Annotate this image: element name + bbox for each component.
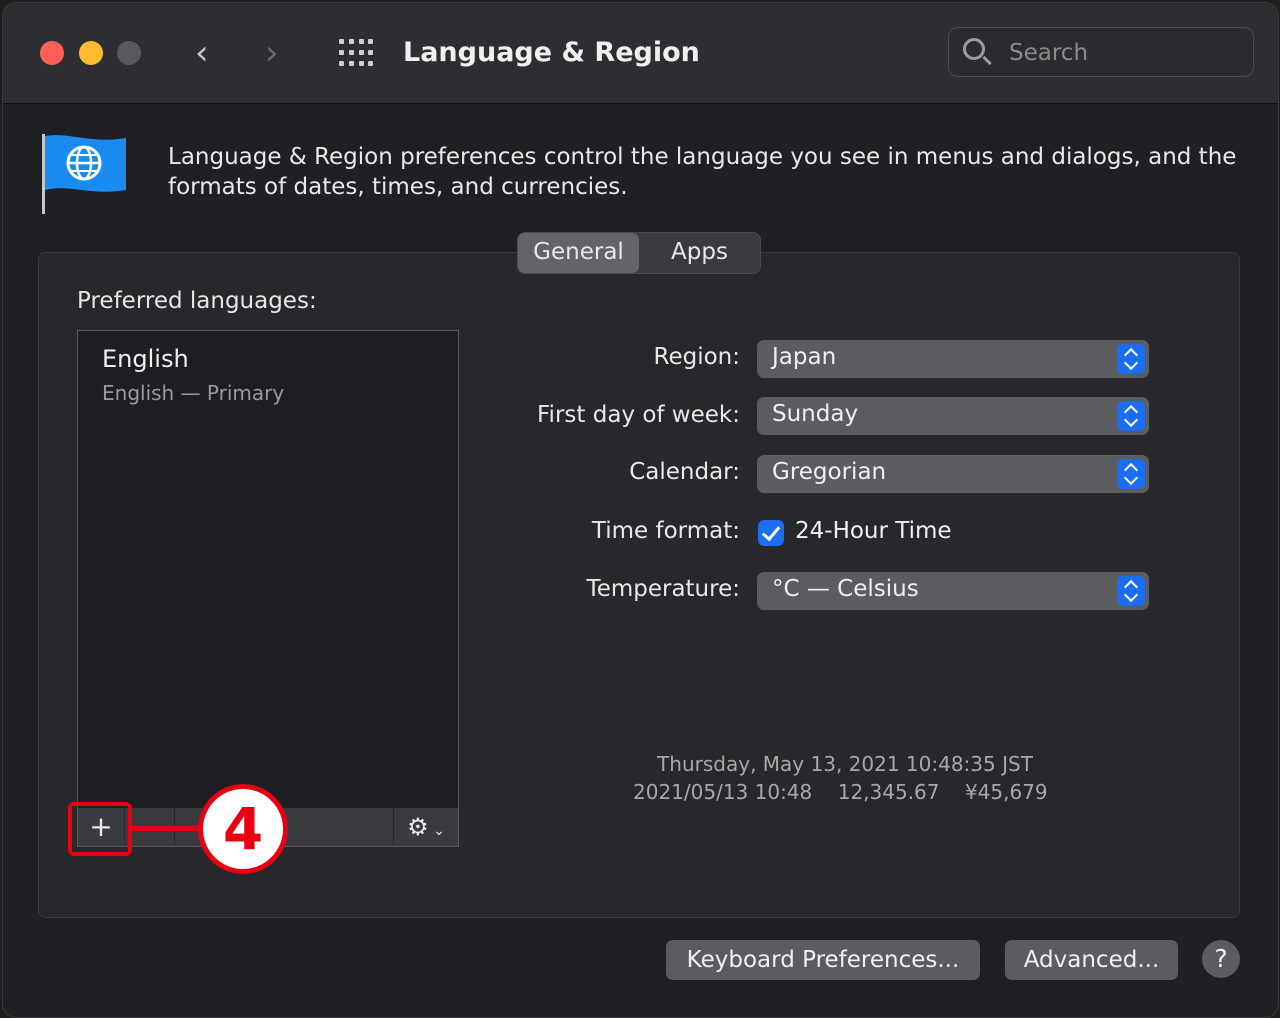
globe-flag-icon (42, 134, 126, 214)
region-popup[interactable]: Japan (757, 340, 1149, 378)
popup-stepper-icon (1117, 576, 1145, 606)
annotation-step-badge: 4 (198, 784, 288, 874)
preferred-languages-list[interactable]: English English — Primary (77, 330, 459, 810)
search-input[interactable] (1007, 36, 1241, 70)
back-chevron-icon[interactable]: ‹ (195, 33, 209, 73)
annotation-connector (131, 826, 203, 831)
region-label: Region: (653, 344, 741, 370)
first-day-value: Sunday (772, 401, 859, 427)
close-button[interactable] (40, 41, 64, 65)
region-value: Japan (772, 344, 837, 370)
minimize-button[interactable] (79, 41, 103, 65)
24-hour-checkbox[interactable] (758, 520, 784, 546)
language-name[interactable]: English (102, 345, 189, 373)
language-subtitle: English — Primary (102, 381, 285, 405)
tab-bar: General Apps (517, 232, 761, 274)
advanced-button[interactable]: Advanced... (1005, 940, 1178, 980)
window-title: Language & Region (403, 37, 700, 68)
sample-currency: ¥45,679 (964, 780, 1048, 804)
help-button[interactable]: ? (1202, 940, 1240, 978)
sample-number: 12,345.67 (837, 780, 940, 804)
sample-date-long: Thursday, May 13, 2021 10:48:35 JST (657, 752, 1033, 776)
calendar-label: Calendar: (629, 459, 740, 485)
sample-date-short: 2021/05/13 10:48 (633, 780, 813, 804)
tab-apps[interactable]: Apps (639, 233, 760, 273)
24-hour-label[interactable]: 24-Hour Time (795, 518, 952, 544)
show-all-grid-icon[interactable] (339, 39, 375, 69)
keyboard-preferences-button[interactable]: Keyboard Preferences... (666, 940, 980, 980)
search-field[interactable] (948, 27, 1254, 77)
gear-menu-button[interactable]: ⚙ ⌄ (393, 808, 458, 846)
popup-stepper-icon (1117, 344, 1145, 374)
popup-stepper-icon (1117, 401, 1145, 431)
search-icon (963, 38, 985, 60)
preferred-languages-label: Preferred languages: (77, 288, 317, 314)
forward-chevron-icon[interactable]: › (265, 33, 279, 73)
title-bar: ‹ › Language & Region (3, 3, 1278, 104)
time-format-label: Time format: (591, 518, 740, 544)
calendar-value: Gregorian (772, 459, 887, 485)
tab-general[interactable]: General (518, 233, 639, 273)
temperature-popup[interactable]: °C — Celsius (757, 572, 1149, 610)
temperature-label: Temperature: (586, 576, 740, 602)
sample-formats: 2021/05/13 10:48 12,345.67 ¥45,679 (633, 780, 1048, 804)
gear-icon: ⚙ (407, 813, 429, 841)
chevron-down-icon: ⌄ (428, 823, 445, 839)
annotation-highlight-box (68, 802, 132, 856)
zoom-button[interactable] (117, 41, 141, 65)
pane-description: Language & Region preferences control th… (168, 144, 1237, 200)
calendar-popup[interactable]: Gregorian (757, 455, 1149, 493)
first-day-popup[interactable]: Sunday (757, 397, 1149, 435)
temperature-value: °C — Celsius (772, 576, 919, 602)
first-day-label: First day of week: (537, 402, 740, 428)
popup-stepper-icon (1117, 459, 1145, 489)
